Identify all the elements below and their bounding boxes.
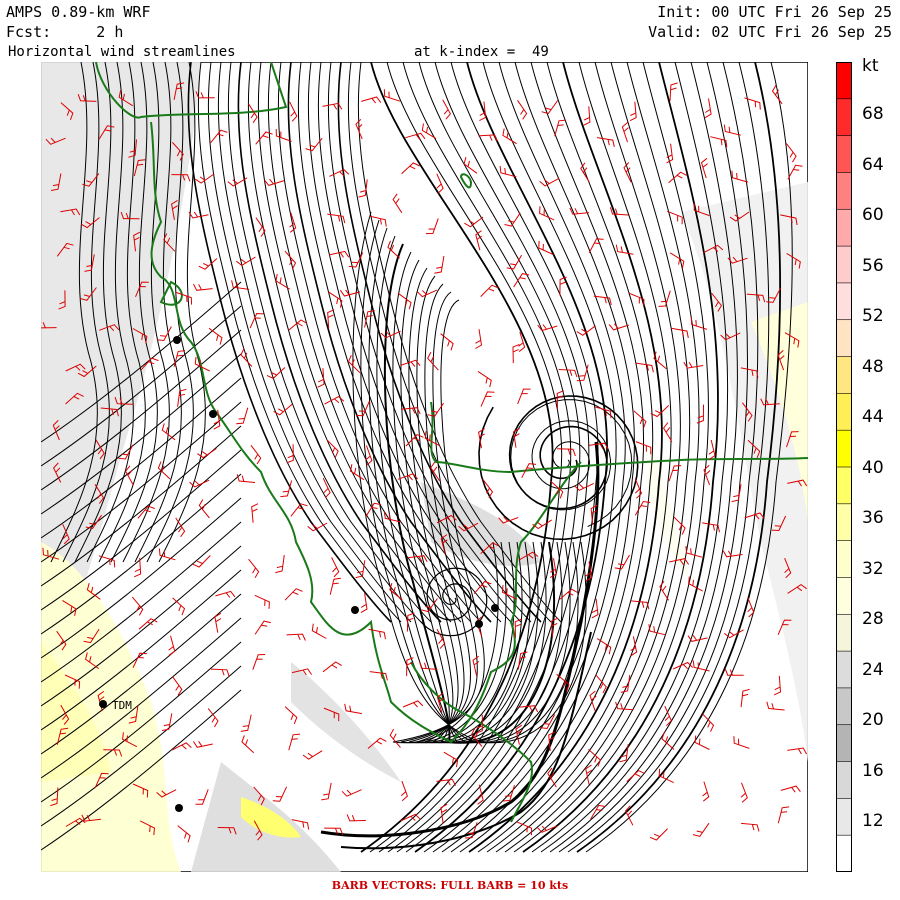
station-marker [173,336,181,344]
colorbar-tick-label: 64 [862,155,884,175]
station-marker [209,410,217,418]
level-label: at k-index = 49 [414,44,549,60]
colorbar-tick-label: 44 [862,407,884,427]
field-title: Horizontal wind streamlines [8,44,236,60]
colorbar-tick-label: 28 [862,609,884,629]
colorbar-tick-label: 40 [862,458,884,478]
colorbar-cell [836,540,852,578]
valid-time: Valid: 02 UTC Fri 26 Sep 25 [648,23,892,41]
colorbar-unit: kt [862,56,879,76]
colorbar-cell [836,503,852,542]
colorbar-cell [836,614,852,652]
colorbar-cell [836,761,852,799]
colorbar-cell [836,651,852,689]
colorbar-cell [836,172,852,210]
colorbar-tick-label: 16 [862,761,884,781]
station-label-tdm: TDM [112,699,132,712]
colorbar-cell [836,319,852,358]
station-marker [175,804,183,812]
colorbar-tick-label: 24 [862,660,884,680]
colorbar-cell [836,430,852,468]
streamline-map [41,62,808,872]
colorbar-cell [836,98,852,137]
colorbar-tick-label: 56 [862,256,884,276]
station-marker-tdm [99,700,107,708]
colorbar-cell [836,62,852,100]
colorbar-cell [836,687,852,726]
colorbar-tick-label: 52 [862,306,884,326]
colorbar-cell [836,798,852,836]
station-marker [475,620,483,628]
colorbar-tick-label: 48 [862,357,884,377]
barb-footnote: BARB VECTORS: FULL BARB = 10 kts [331,879,569,892]
init-time: Init: 00 UTC Fri 26 Sep 25 [657,3,892,21]
colorbar-tick-label: 36 [862,508,884,528]
colorbar-cell [836,209,852,247]
model-title: AMPS 0.89-km WRF [6,3,151,21]
station-marker [491,604,499,612]
colorbar-tick-label: 20 [862,710,884,730]
colorbar-cell [836,246,852,284]
colorbar-cell [836,135,852,173]
wind-speed-colorbar [836,62,852,872]
colorbar-cell [836,393,852,431]
colorbar-tick-label: 68 [862,104,884,124]
colorbar-tick-label: 12 [862,811,884,831]
colorbar-cell [836,835,852,872]
colorbar-cell [836,282,852,321]
colorbar-cell [836,724,852,763]
colorbar-cell [836,356,852,394]
colorbar-tick-label: 60 [862,205,884,225]
forecast-hour: Fcst: 2 h [6,23,124,41]
colorbar-cell [836,467,852,505]
station-marker [351,606,359,614]
colorbar-tick-label: 32 [862,559,884,579]
colorbar-cell [836,577,852,615]
